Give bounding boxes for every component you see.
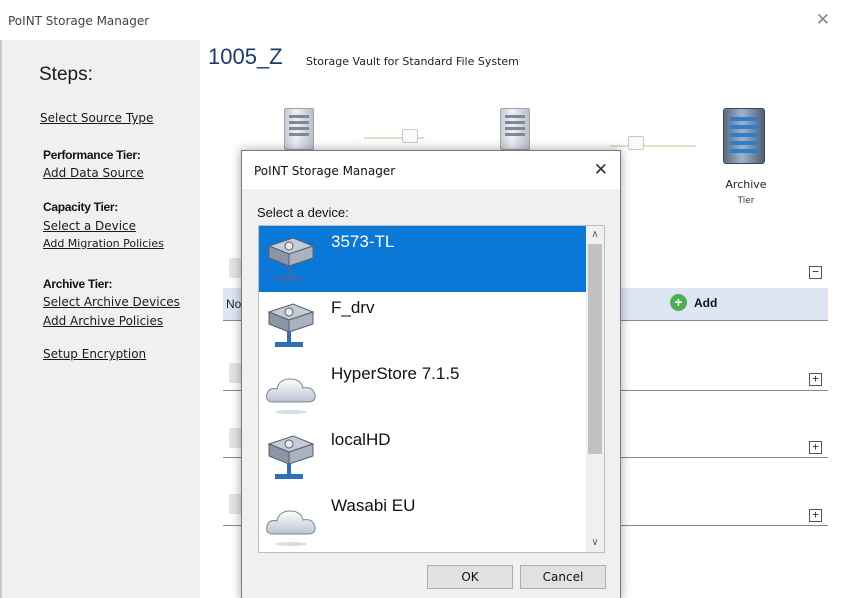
window-titlebar: PoINT Storage Manager ✕ xyxy=(0,0,842,40)
vault-description: Storage Vault for Standard File System xyxy=(306,55,519,68)
list-item-wasabi-eu[interactable]: Wasabi EU xyxy=(259,490,587,552)
table-row-text: No xyxy=(226,297,242,311)
scroll-down-icon[interactable]: ∨ xyxy=(586,534,604,552)
list-item-3573-tl[interactable]: 3573-TL xyxy=(259,226,587,292)
add-device-label: Add xyxy=(694,295,718,310)
setup-encryption-link[interactable]: Setup Encryption xyxy=(43,347,146,361)
add-migration-policies-link[interactable]: Add Migration Policies xyxy=(43,237,164,250)
cloud-icon xyxy=(263,364,319,420)
archive-tier-label: Archive Tier: xyxy=(43,277,113,291)
vault-name: 1005_Z xyxy=(208,44,283,69)
device-name: localHD xyxy=(331,430,391,449)
select-source-type-link[interactable]: Select Source Type xyxy=(40,111,153,125)
window-title: PoINT Storage Manager xyxy=(8,14,150,28)
device-name: Wasabi EU xyxy=(331,496,416,515)
add-data-source-link[interactable]: Add Data Source xyxy=(43,166,144,180)
scroll-up-icon[interactable]: ∧ xyxy=(586,226,604,244)
dialog-title: PoINT Storage Manager xyxy=(254,164,396,178)
steps-heading: Steps: xyxy=(39,64,93,85)
ok-button[interactable]: OK xyxy=(427,565,513,589)
connector-line xyxy=(610,145,696,147)
capacity-tier-label: Capacity Tier: xyxy=(43,200,118,214)
archive-tier-label: Archive xyxy=(725,178,767,191)
list-item-hyperstore[interactable]: HyperStore 7.1.5 xyxy=(259,358,587,424)
add-icon: + xyxy=(670,294,687,311)
cloud-icon xyxy=(263,496,319,552)
device-name: 3573-TL xyxy=(331,232,395,251)
scroll-thumb[interactable] xyxy=(588,244,602,454)
performance-tier-label: Performance Tier: xyxy=(43,148,141,162)
connector-document-icon xyxy=(402,129,418,143)
steps-sidebar: Steps: Select Source Type Performance Ti… xyxy=(0,40,200,598)
archive-tier-server-icon[interactable] xyxy=(723,108,765,164)
dialog-titlebar: PoINT Storage Manager ✕ xyxy=(242,151,620,189)
expand-icon[interactable]: + xyxy=(809,441,822,454)
list-item-f-drv[interactable]: F_drv xyxy=(259,292,587,358)
tape-library-icon xyxy=(263,232,319,288)
connector-document-icon xyxy=(628,136,644,150)
window-close-icon[interactable]: ✕ xyxy=(816,10,830,30)
collapse-icon[interactable]: − xyxy=(809,266,822,279)
select-device-link[interactable]: Select a Device xyxy=(43,219,136,233)
network-drive-icon xyxy=(263,430,319,486)
device-list-scrollbar[interactable]: ∧ ∨ xyxy=(586,226,604,552)
archive-tier-sublabel: Tier xyxy=(737,196,755,206)
expand-icon[interactable]: + xyxy=(809,509,822,522)
device-name: HyperStore 7.1.5 xyxy=(331,364,460,383)
performance-tier-server-icon xyxy=(284,108,314,150)
list-item-localhd[interactable]: localHD xyxy=(259,424,587,490)
cancel-button[interactable]: Cancel xyxy=(520,565,606,589)
select-archive-devices-link[interactable]: Select Archive Devices xyxy=(43,295,180,309)
dialog-close-icon[interactable]: ✕ xyxy=(594,160,608,180)
device-name: F_drv xyxy=(331,298,375,317)
network-drive-icon xyxy=(263,298,319,354)
add-archive-policies-link[interactable]: Add Archive Policies xyxy=(43,314,163,328)
device-prompt: Select a device: xyxy=(257,205,349,220)
expand-icon[interactable]: + xyxy=(809,373,822,386)
select-device-dialog: PoINT Storage Manager ✕ Select a device:… xyxy=(241,150,621,598)
add-device-button[interactable]: + Add xyxy=(670,294,717,311)
device-list[interactable]: 3573-TL F_drv HyperStore 7.1.5 localHD W… xyxy=(258,225,605,553)
capacity-tier-server-icon xyxy=(500,108,530,150)
